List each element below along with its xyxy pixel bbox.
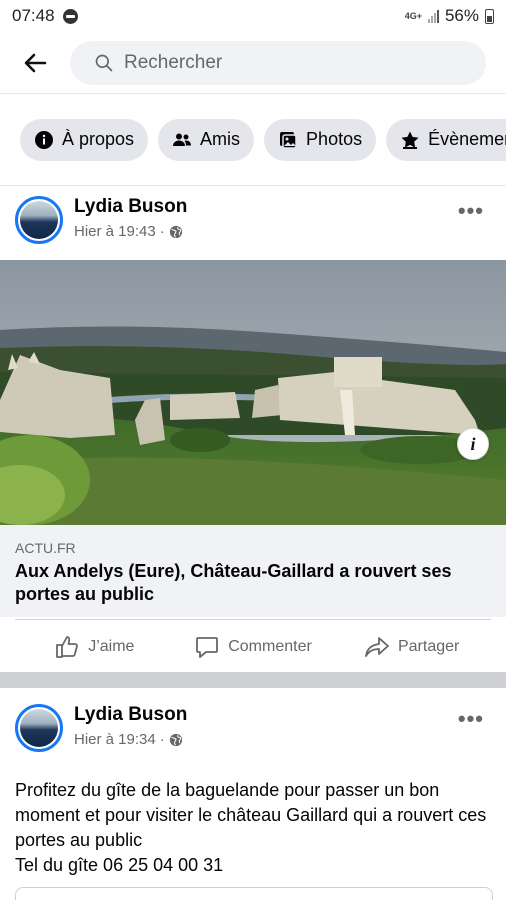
network-type: 4G+	[404, 10, 422, 21]
top-bar	[0, 32, 506, 94]
signal-icon	[427, 9, 439, 23]
post-author[interactable]: Lydia Buson	[74, 704, 187, 726]
shared-post-preview[interactable]	[15, 887, 493, 900]
status-bar: 07:48 4G+ 56%	[0, 0, 506, 32]
back-arrow-icon	[24, 53, 47, 72]
chip-photos-label: Photos	[306, 129, 363, 149]
post-header: Lydia Buson Hier à 19:34 · •••	[0, 694, 506, 764]
like-label: J’aime	[88, 637, 135, 655]
search-icon	[95, 54, 113, 71]
castle-landscape-image	[0, 260, 506, 525]
star-icon	[401, 131, 419, 149]
battery-percent: 56%	[444, 6, 479, 25]
post-meta: Hier à 19:34 ·	[74, 731, 183, 748]
post-time[interactable]: Hier à 19:43	[74, 223, 156, 240]
chip-about[interactable]: À propos	[20, 118, 149, 161]
avatar[interactable]	[15, 196, 63, 244]
share-label: Partager	[397, 637, 460, 655]
comment-button[interactable]: Commenter	[174, 634, 333, 660]
friends-icon	[173, 133, 192, 146]
like-button[interactable]: J’aime	[15, 634, 174, 660]
thumbs-up-icon	[56, 635, 79, 658]
post-text: Profitez du gîte de la baguelande pour p…	[15, 780, 487, 875]
post-actions: J’aime Commenter Partager	[15, 619, 491, 673]
post: Lydia Buson Hier à 19:43 · ••• i ACTU.FR…	[0, 186, 506, 672]
avatar[interactable]	[15, 704, 63, 752]
post-meta: Hier à 19:43 ·	[74, 223, 183, 240]
more-options-icon[interactable]: •••	[458, 706, 484, 732]
chip-events-label: Évènements	[428, 129, 506, 149]
profile-tabs: À propos Amis Photos Évènements	[0, 94, 506, 186]
link-source: ACTU.FR	[15, 540, 76, 556]
share-button[interactable]: Partager	[332, 634, 491, 660]
chip-events[interactable]: Évènements	[386, 118, 506, 161]
status-time: 07:48	[12, 6, 55, 25]
photos-icon	[280, 131, 297, 149]
info-button[interactable]: i	[457, 428, 489, 460]
battery-icon	[485, 8, 494, 24]
link-title: Aux Andelys (Eure), Château-Gaillard a r…	[15, 561, 452, 604]
chip-photos[interactable]: Photos	[264, 118, 377, 161]
post-author[interactable]: Lydia Buson	[74, 196, 187, 218]
post-separator	[0, 672, 506, 688]
meta-separator: ·	[159, 731, 165, 748]
post: Lydia Buson Hier à 19:34 · ••• Profitez …	[0, 694, 506, 900]
do-not-disturb-icon	[62, 8, 78, 24]
chip-about-label: À propos	[62, 129, 135, 149]
meta-separator: ·	[159, 223, 165, 240]
info-icon	[35, 130, 53, 149]
globe-icon	[169, 225, 182, 238]
comment-label: Commenter	[228, 637, 312, 655]
search-input[interactable]	[124, 51, 424, 74]
link-preview-image[interactable]	[0, 260, 506, 525]
chip-friends[interactable]: Amis	[158, 118, 255, 161]
status-right: 4G+ 56%	[405, 6, 494, 26]
back-button[interactable]	[0, 32, 70, 94]
post-header: Lydia Buson Hier à 19:43 · •••	[0, 186, 506, 256]
globe-icon	[169, 733, 182, 746]
post-time[interactable]: Hier à 19:34	[74, 731, 156, 748]
link-preview-box[interactable]: ACTU.FR Aux Andelys (Eure), Château-Gail…	[0, 525, 506, 617]
chip-friends-label: Amis	[200, 129, 241, 149]
comment-icon	[196, 636, 219, 658]
share-icon	[365, 636, 389, 657]
more-options-icon[interactable]: •••	[458, 198, 484, 224]
search-bar[interactable]	[70, 40, 486, 85]
